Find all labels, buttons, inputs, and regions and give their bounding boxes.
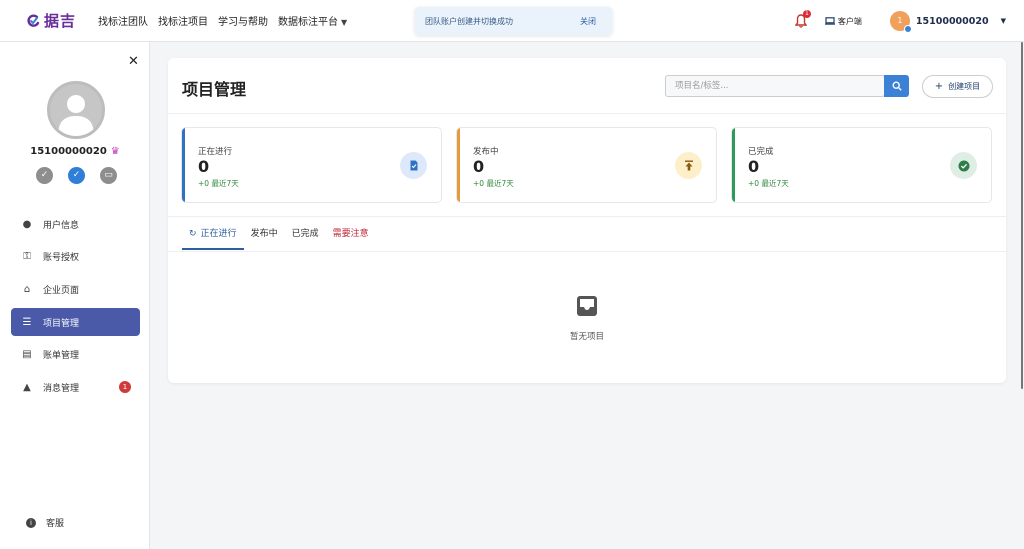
tab-in-progress[interactable]: ↻ 正在进行 <box>182 226 244 250</box>
divider <box>168 251 1006 252</box>
toast-message: 团队账户创建并切换成功 <box>425 16 513 26</box>
message-count-badge: 1 <box>119 381 131 394</box>
user-icon: ● <box>22 218 32 230</box>
client-label: 客户端 <box>837 16 862 26</box>
checklist-icon: ☰ <box>22 316 32 328</box>
sidebar-item-billing[interactable]: ▤ 账单管理 <box>11 341 140 369</box>
main-nav: 找标注团队 找标注项目 学习与帮助 数据标注平台 ▼ <box>98 13 347 28</box>
sidebar-item-label: 消息管理 <box>43 383 80 394</box>
scrollbar[interactable] <box>1021 42 1023 389</box>
store-icon: ⌂ <box>23 283 31 295</box>
chevron-down-icon: ▼ <box>341 18 348 27</box>
sidebar-menu: ● 用户信息 ⚿ 账号授权 ⌂ 企业页面 ☰ 项目管理 ▤ 账单管理 ▲ 消息管… <box>11 210 140 406</box>
stat-card-completed[interactable]: 已完成 0 +0 最近7天 <box>731 127 992 203</box>
header-username: 15100000020 <box>915 15 989 27</box>
customer-service-link[interactable]: i 客服 <box>26 516 64 529</box>
card-icon[interactable]: ▭ <box>100 167 117 184</box>
tab-publishing[interactable]: 发布中 <box>244 226 285 250</box>
invoice-icon: ▤ <box>22 349 32 361</box>
header-right: 1 客户端 1 15100000020 ▼ <box>794 0 1006 42</box>
stat-value: 0 <box>198 157 210 176</box>
profile-avatar[interactable] <box>47 81 105 139</box>
search-button[interactable] <box>884 75 909 97</box>
stat-accent-bar <box>732 128 735 202</box>
sidebar-item-label: 项目管理 <box>43 318 80 329</box>
sidebar-item-label: 用户信息 <box>43 220 80 231</box>
create-project-label: 创建项目 <box>948 82 981 91</box>
profile-name: 15100000020 ♛ <box>0 146 150 157</box>
sidebar: ✕ 15100000020 ♛ ✓ ✓ ▭ ● 用户信息 ⚿ 账号授权 ⌂ 企业页… <box>0 42 150 549</box>
search-icon <box>891 81 902 91</box>
monitor-icon <box>824 17 835 25</box>
sidebar-item-messages[interactable]: ▲ 消息管理 1 <box>11 373 140 401</box>
plus-icon: + <box>934 81 944 92</box>
sidebar-item-label: 账号授权 <box>43 253 80 264</box>
notification-button[interactable]: 1 <box>794 10 811 28</box>
stat-label: 已完成 <box>748 147 774 157</box>
upload-icon <box>675 152 702 179</box>
stat-sub: +0 最近7天 <box>198 179 239 188</box>
check-circle-icon <box>950 152 977 179</box>
stat-accent-bar <box>457 128 460 202</box>
logo-text: 据吉 <box>44 12 77 30</box>
avatar: 1 <box>889 11 912 33</box>
inbox-icon <box>577 296 597 316</box>
team-badge-icon <box>903 25 912 33</box>
stat-value: 0 <box>748 157 760 176</box>
search-input[interactable]: 项目名/标签... <box>665 75 885 97</box>
crown-icon: ♛ <box>110 146 120 157</box>
support-label: 客服 <box>46 519 65 529</box>
refresh-icon: ↻ <box>189 229 197 239</box>
notification-badge: 1 <box>802 10 811 18</box>
sidebar-item-label: 企业页面 <box>43 285 80 296</box>
client-link[interactable]: 客户端 <box>824 16 862 27</box>
page-title: 项目管理 <box>182 80 247 99</box>
chevron-down-icon: ▼ <box>1000 17 1006 25</box>
success-toast: 团队账户创建并切换成功 关闭 <box>415 7 612 35</box>
stat-accent-bar <box>182 128 185 202</box>
key-icon: ⚿ <box>23 251 31 263</box>
nav-learning-help[interactable]: 学习与帮助 <box>218 13 268 28</box>
sidebar-item-project-management[interactable]: ☰ 项目管理 <box>11 308 140 337</box>
tab-label: 正在进行 <box>200 229 237 239</box>
nav-data-platform[interactable]: 数据标注平台 ▼ <box>278 13 347 28</box>
empty-state-text: 暂无项目 <box>569 332 604 342</box>
logo-mark-icon <box>27 13 40 27</box>
stat-sub: +0 最近7天 <box>473 179 514 188</box>
document-icon <box>400 152 427 179</box>
stat-label: 正在进行 <box>198 147 233 157</box>
nav-find-project[interactable]: 找标注项目 <box>158 13 208 28</box>
certified-icon[interactable]: ✓ <box>68 167 85 184</box>
bell-icon: ▲ <box>23 381 31 393</box>
user-menu[interactable]: 1 15100000020 ▼ <box>889 11 1006 33</box>
verified-check-icon[interactable]: ✓ <box>36 167 53 184</box>
profile-username: 15100000020 <box>30 146 107 157</box>
sidebar-item-account-auth[interactable]: ⚿ 账号授权 <box>11 243 140 271</box>
nav-find-team[interactable]: 找标注团队 <box>98 13 148 28</box>
project-management-card: 项目管理 项目名/标签... + 创建项目 正在进行 0 +0 最近7天 发布中… <box>168 58 1006 383</box>
stat-sub: +0 最近7天 <box>748 179 789 188</box>
nav-data-platform-label: 数据标注平台 <box>278 17 339 28</box>
close-icon[interactable]: ✕ <box>128 54 139 69</box>
stat-card-in-progress[interactable]: 正在进行 0 +0 最近7天 <box>181 127 442 203</box>
create-project-button[interactable]: + 创建项目 <box>922 75 993 98</box>
status-badges: ✓ ✓ ▭ <box>36 167 117 184</box>
tab-needs-attention[interactable]: 需要注意 <box>326 226 376 250</box>
sidebar-item-company-page[interactable]: ⌂ 企业页面 <box>11 275 140 303</box>
tab-completed[interactable]: 已完成 <box>285 226 326 250</box>
sidebar-item-user-info[interactable]: ● 用户信息 <box>11 210 140 238</box>
divider <box>168 113 1006 114</box>
logo[interactable]: 据吉 <box>26 10 76 31</box>
stat-value: 0 <box>473 157 485 176</box>
stat-label: 发布中 <box>473 147 499 157</box>
user-silhouette-icon <box>58 95 94 136</box>
sidebar-item-label: 账单管理 <box>43 351 80 362</box>
toast-close-button[interactable]: 关闭 <box>580 16 596 27</box>
project-tabs: ↻ 正在进行 发布中 已完成 需要注意 <box>182 226 376 250</box>
info-icon: i <box>26 517 36 528</box>
divider <box>168 216 1006 217</box>
avatar-initial: 1 <box>897 16 903 25</box>
stat-card-publishing[interactable]: 发布中 0 +0 最近7天 <box>456 127 717 203</box>
